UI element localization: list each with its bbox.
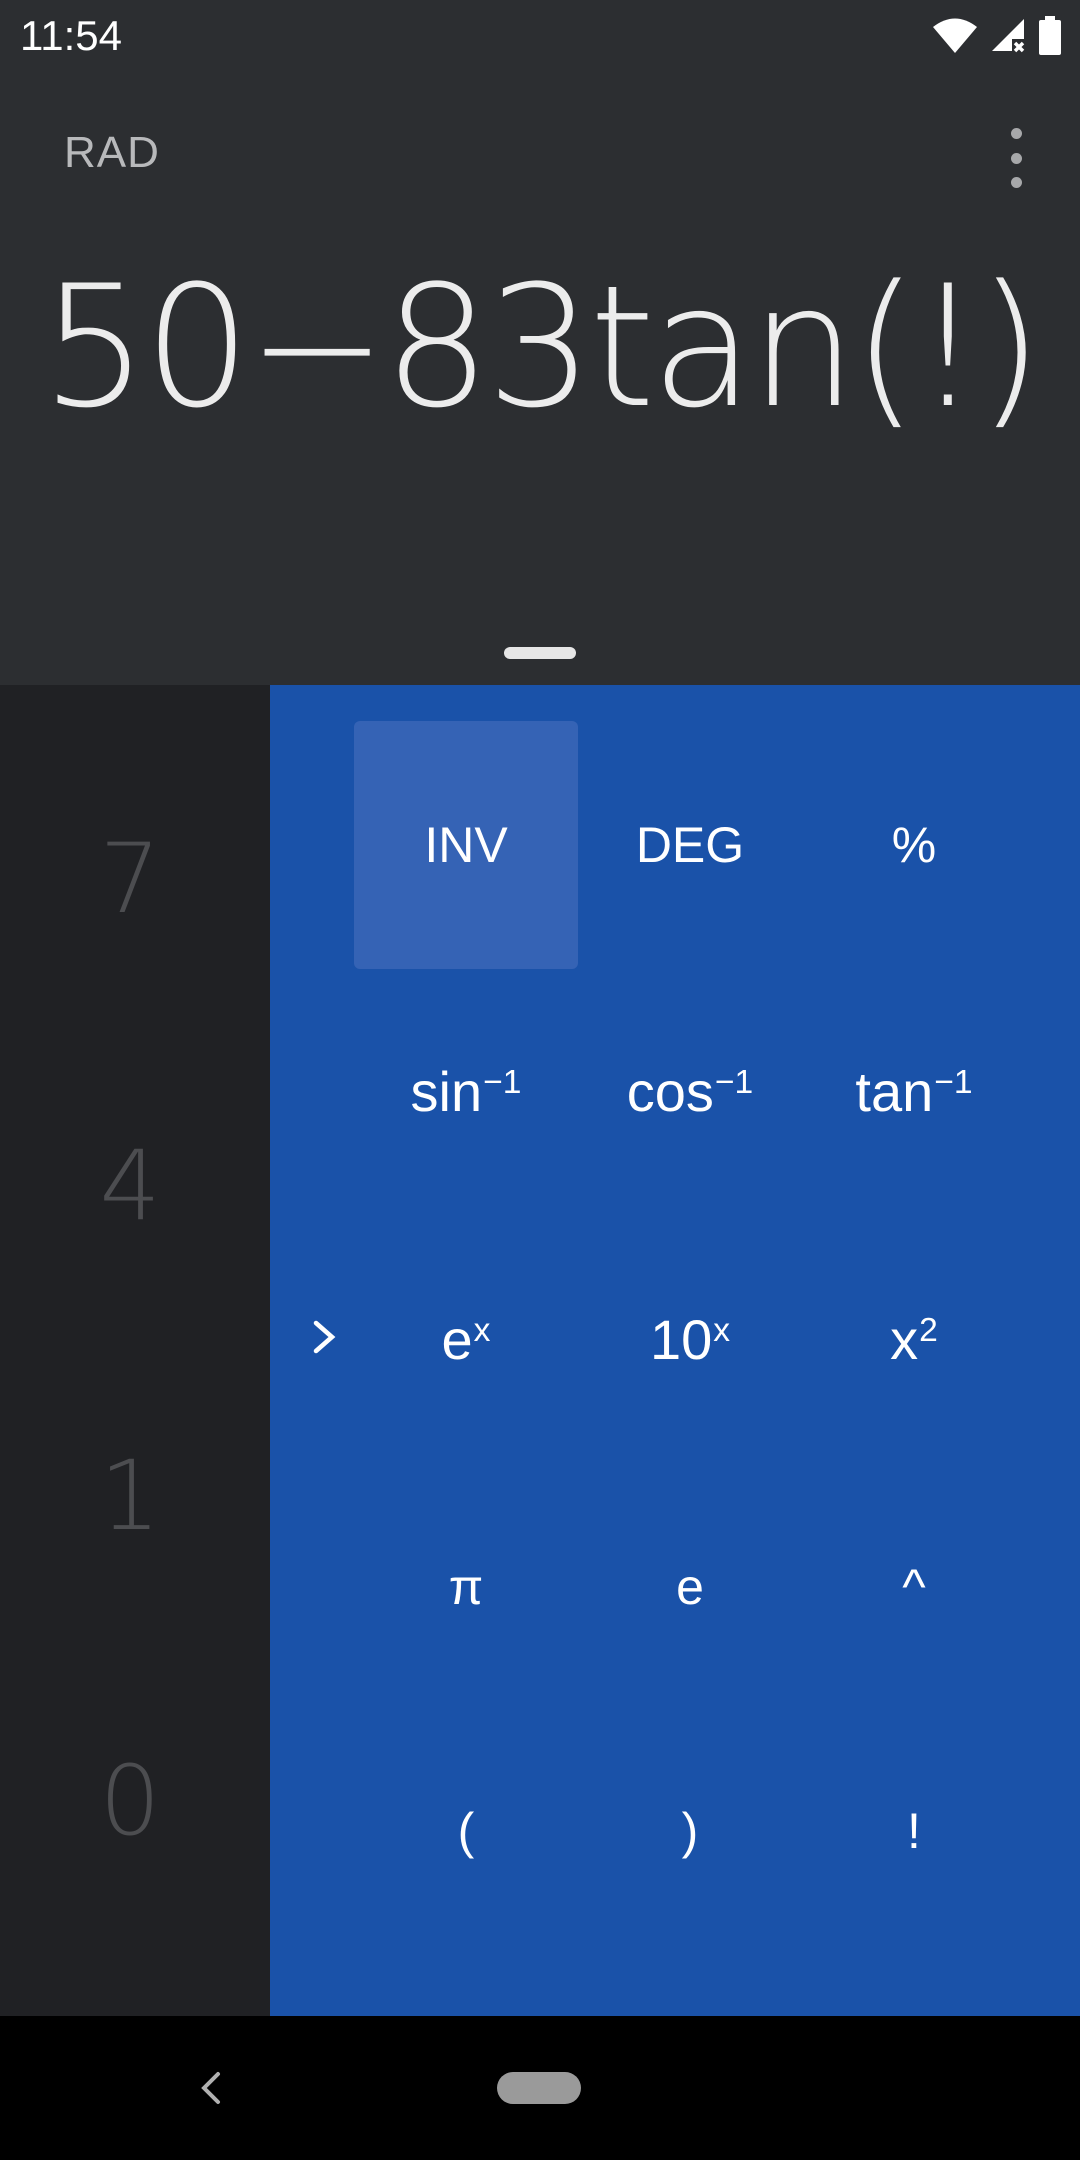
digit-1-button[interactable]: 1 (0, 1440, 260, 1552)
right-paren-button[interactable]: ) (578, 1707, 802, 1955)
status-icons (932, 14, 1062, 58)
drag-handle[interactable] (504, 647, 576, 659)
scientific-panel: INV DEG % sin −1 cos −1 tan −1 ex 10 x x2 (270, 685, 1080, 2016)
battery-icon (1038, 16, 1062, 56)
wifi-icon (932, 18, 978, 54)
calculator-screen: 11:54 RAD 50−83tan(!) 7 4 1 0 INV DEG % … (0, 0, 1080, 2160)
collapse-arrow-icon[interactable] (302, 1307, 346, 1367)
numpad-column: 7 4 1 0 (0, 685, 270, 2016)
status-time: 11:54 (20, 12, 122, 59)
back-icon[interactable] (190, 2062, 230, 2114)
pow10-button[interactable]: 10 x (578, 1215, 802, 1463)
pi-button[interactable]: π (354, 1463, 578, 1711)
deg-button[interactable]: DEG (578, 721, 802, 969)
digit-7-button[interactable]: 7 (0, 823, 260, 935)
power-button[interactable]: ^ (802, 1463, 1026, 1711)
arccos-button[interactable]: cos −1 (578, 967, 802, 1215)
percent-button[interactable]: % (802, 721, 1026, 969)
left-paren-button[interactable]: ( (354, 1707, 578, 1955)
formula-display[interactable]: 50−83tan(!) (0, 252, 1080, 442)
factorial-button[interactable]: ! (802, 1707, 1026, 1955)
inv-button[interactable]: INV (354, 721, 578, 969)
exp-button[interactable]: ex (354, 1215, 578, 1463)
keypad: 7 4 1 0 INV DEG % sin −1 cos −1 tan −1 e… (0, 685, 1080, 2016)
status-bar: 11:54 (0, 0, 1080, 72)
angle-mode-indicator: RAD (64, 128, 160, 177)
digit-0-button[interactable]: 0 (0, 1745, 260, 1857)
overflow-menu-icon[interactable] (992, 128, 1040, 188)
arcsin-button[interactable]: sin −1 (354, 967, 578, 1215)
display-area: RAD 50−83tan(!) (0, 72, 1080, 685)
home-button[interactable] (497, 2072, 581, 2104)
arctan-button[interactable]: tan −1 (802, 967, 1026, 1215)
signal-icon (988, 17, 1028, 55)
navigation-bar (0, 2016, 1080, 2160)
euler-button[interactable]: e (578, 1463, 802, 1711)
square-button[interactable]: x2 (802, 1215, 1026, 1463)
digit-4-button[interactable]: 4 (0, 1130, 260, 1242)
